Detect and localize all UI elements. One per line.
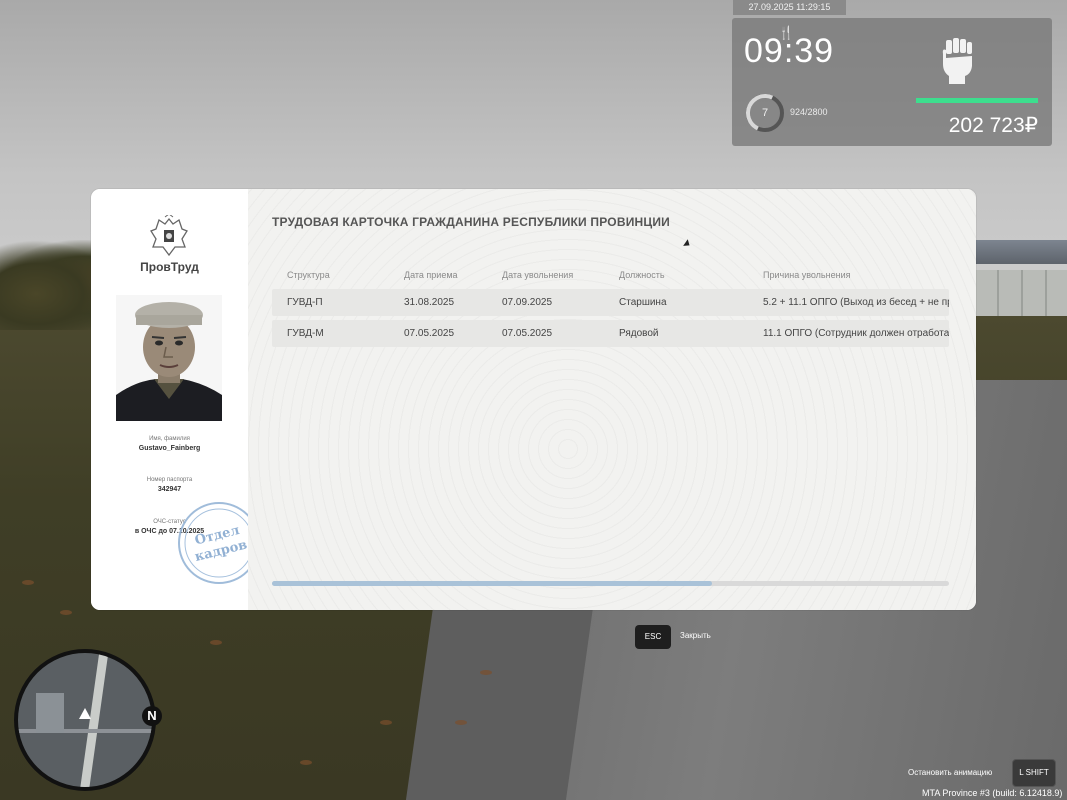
minimap-building — [36, 693, 64, 733]
column-header-structure: Структура — [287, 270, 330, 280]
scrollbar-thumb[interactable] — [272, 581, 713, 586]
coat-of-arms-icon — [150, 215, 188, 257]
leaf — [22, 580, 34, 585]
name-value: Gustavo_Fainberg — [138, 445, 201, 452]
cell-hire-date: 31.08.2025 — [404, 297, 455, 308]
column-header-reason: Причина увольнения — [763, 270, 851, 280]
work-card-modal: ПровТруд Имя, фамилия Gustavo_Fainberg Н… — [91, 189, 976, 610]
close-label[interactable]: Закрыть — [680, 631, 711, 640]
minimap-road — [76, 653, 109, 787]
leaf — [480, 670, 492, 675]
esc-key-button[interactable]: ESC — [635, 625, 671, 649]
employment-history-panel — [248, 189, 976, 610]
card-title: ТРУДОВАЯ КАРТОЧКА ГРАЖДАНИНА РЕСПУБЛИКИ … — [272, 215, 670, 229]
brand-name: ПровТруд — [140, 260, 199, 274]
column-header-dismissal-date: Дата увольнения — [502, 270, 574, 280]
column-header-position: Должность — [619, 270, 665, 280]
cell-position: Старшина — [619, 297, 667, 308]
table-row[interactable]: ГУВД-М 07.05.2025 07.05.2025 Рядовой 11.… — [272, 320, 949, 347]
datetime: 27.09.2025 11:29:15 — [733, 0, 846, 15]
cell-dismissal-date: 07.09.2025 — [502, 297, 553, 308]
table-row[interactable]: ГУВД-П 31.08.2025 07.09.2025 Старшина 5.… — [272, 289, 949, 316]
column-header-hire-date: Дата приема — [404, 270, 458, 280]
passport-label: Номер паспорта — [146, 477, 193, 483]
character-photo — [116, 295, 222, 421]
game-time: 09:39 — [744, 32, 835, 70]
fence — [975, 270, 1067, 316]
leaf — [455, 720, 467, 725]
passport-value: 342947 — [157, 486, 182, 493]
cell-structure: ГУВД-П — [287, 297, 323, 308]
cell-dismissal-date: 07.05.2025 — [502, 328, 553, 339]
leaf — [60, 610, 72, 615]
player-marker-icon — [79, 708, 91, 719]
leaf — [210, 640, 222, 645]
cell-structure: ГУВД-М — [287, 328, 324, 339]
fist-icon — [942, 38, 972, 84]
leaf — [300, 760, 312, 765]
dirt-path — [405, 600, 595, 800]
cell-reason: 5.2 + 11.1 ОПГО (Выход из бесед + не про — [763, 297, 949, 308]
hud-panel: 🍴 09:39 7 924/2800 202 723₽ — [732, 18, 1052, 146]
cell-reason: 11.1 ОПГО (Сотрудник должен отработат — [763, 328, 949, 339]
stop-animation-label: Остановить анимацию — [908, 768, 993, 777]
lshift-key-button[interactable]: L SHIFT — [1012, 759, 1056, 787]
bridge — [975, 240, 1067, 264]
name-label: Имя, фамилия — [149, 436, 190, 442]
cell-position: Рядовой — [619, 328, 659, 339]
build-info: MTA Province #3 (build: 6.12418.9) — [922, 788, 1063, 798]
money: 202 723₽ — [948, 114, 1038, 137]
leaf — [380, 720, 392, 725]
xp-counter: 924/2800 — [790, 107, 828, 117]
cell-hire-date: 07.05.2025 — [404, 328, 455, 339]
level-number: 7 — [761, 107, 769, 119]
health-bar — [916, 98, 1038, 103]
north-compass-icon: N — [142, 706, 162, 726]
minimap — [14, 649, 156, 791]
